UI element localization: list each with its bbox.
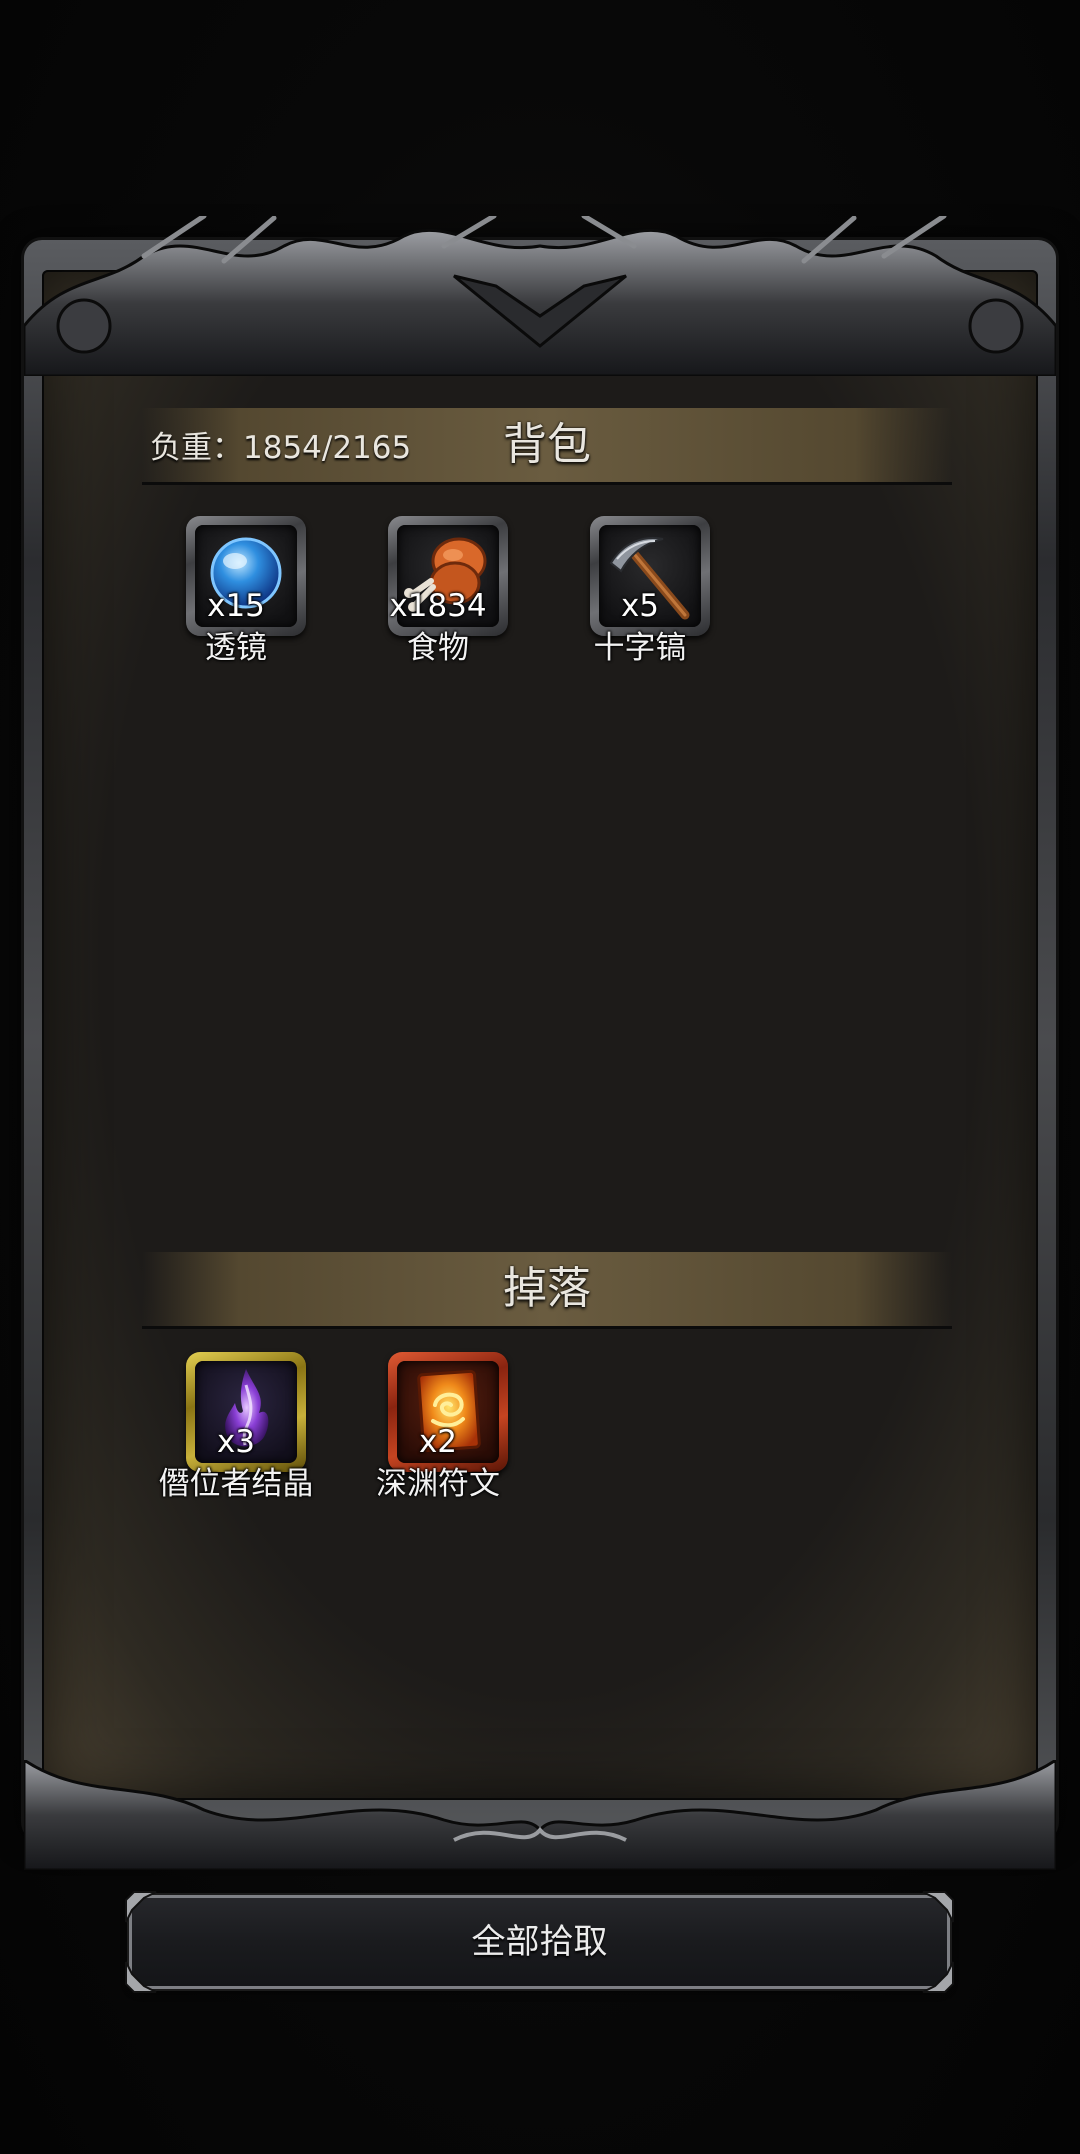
item-name: 十字镐	[593, 630, 687, 666]
backpack-item-pickaxe[interactable]: x5 十字镐	[540, 516, 740, 676]
drops-header: 掉落	[142, 1252, 952, 1329]
pickup-all-button[interactable]: 全部拾取	[125, 1891, 954, 1993]
ornamental-spiked-crest-icon	[24, 216, 1056, 376]
item-name: 深渊符文	[376, 1466, 500, 1502]
backpack-item-lens[interactable]: x15 透镜	[136, 516, 336, 676]
ornamental-bottom-scroll-icon	[24, 1760, 1056, 1870]
item-quantity: x15	[207, 588, 265, 624]
game-screen: 负重：1854/2165 背包 x15 透镜 x1834 食物 x5 十字镐 掉…	[0, 0, 1080, 2154]
drops-title: 掉落	[503, 1263, 591, 1314]
backpack-item-food[interactable]: x1834 食物	[338, 516, 538, 676]
drop-item-usurper-crystal[interactable]: x3 僭位者结晶	[136, 1352, 336, 1512]
drop-item-abyss-rune[interactable]: x2 深渊符文	[338, 1352, 538, 1512]
item-quantity: x2	[418, 1424, 458, 1460]
panel-background	[42, 270, 1038, 1800]
inventory-panel: 负重：1854/2165 背包 x15 透镜 x1834 食物 x5 十字镐 掉…	[24, 216, 1056, 1870]
backpack-title: 背包	[503, 419, 591, 470]
pickup-all-label: 全部拾取	[471, 1922, 608, 1962]
item-quantity: x5	[620, 588, 660, 624]
item-quantity: x1834	[389, 588, 487, 624]
item-quantity: x3	[216, 1424, 256, 1460]
backpack-header: 负重：1854/2165 背包	[142, 408, 952, 485]
